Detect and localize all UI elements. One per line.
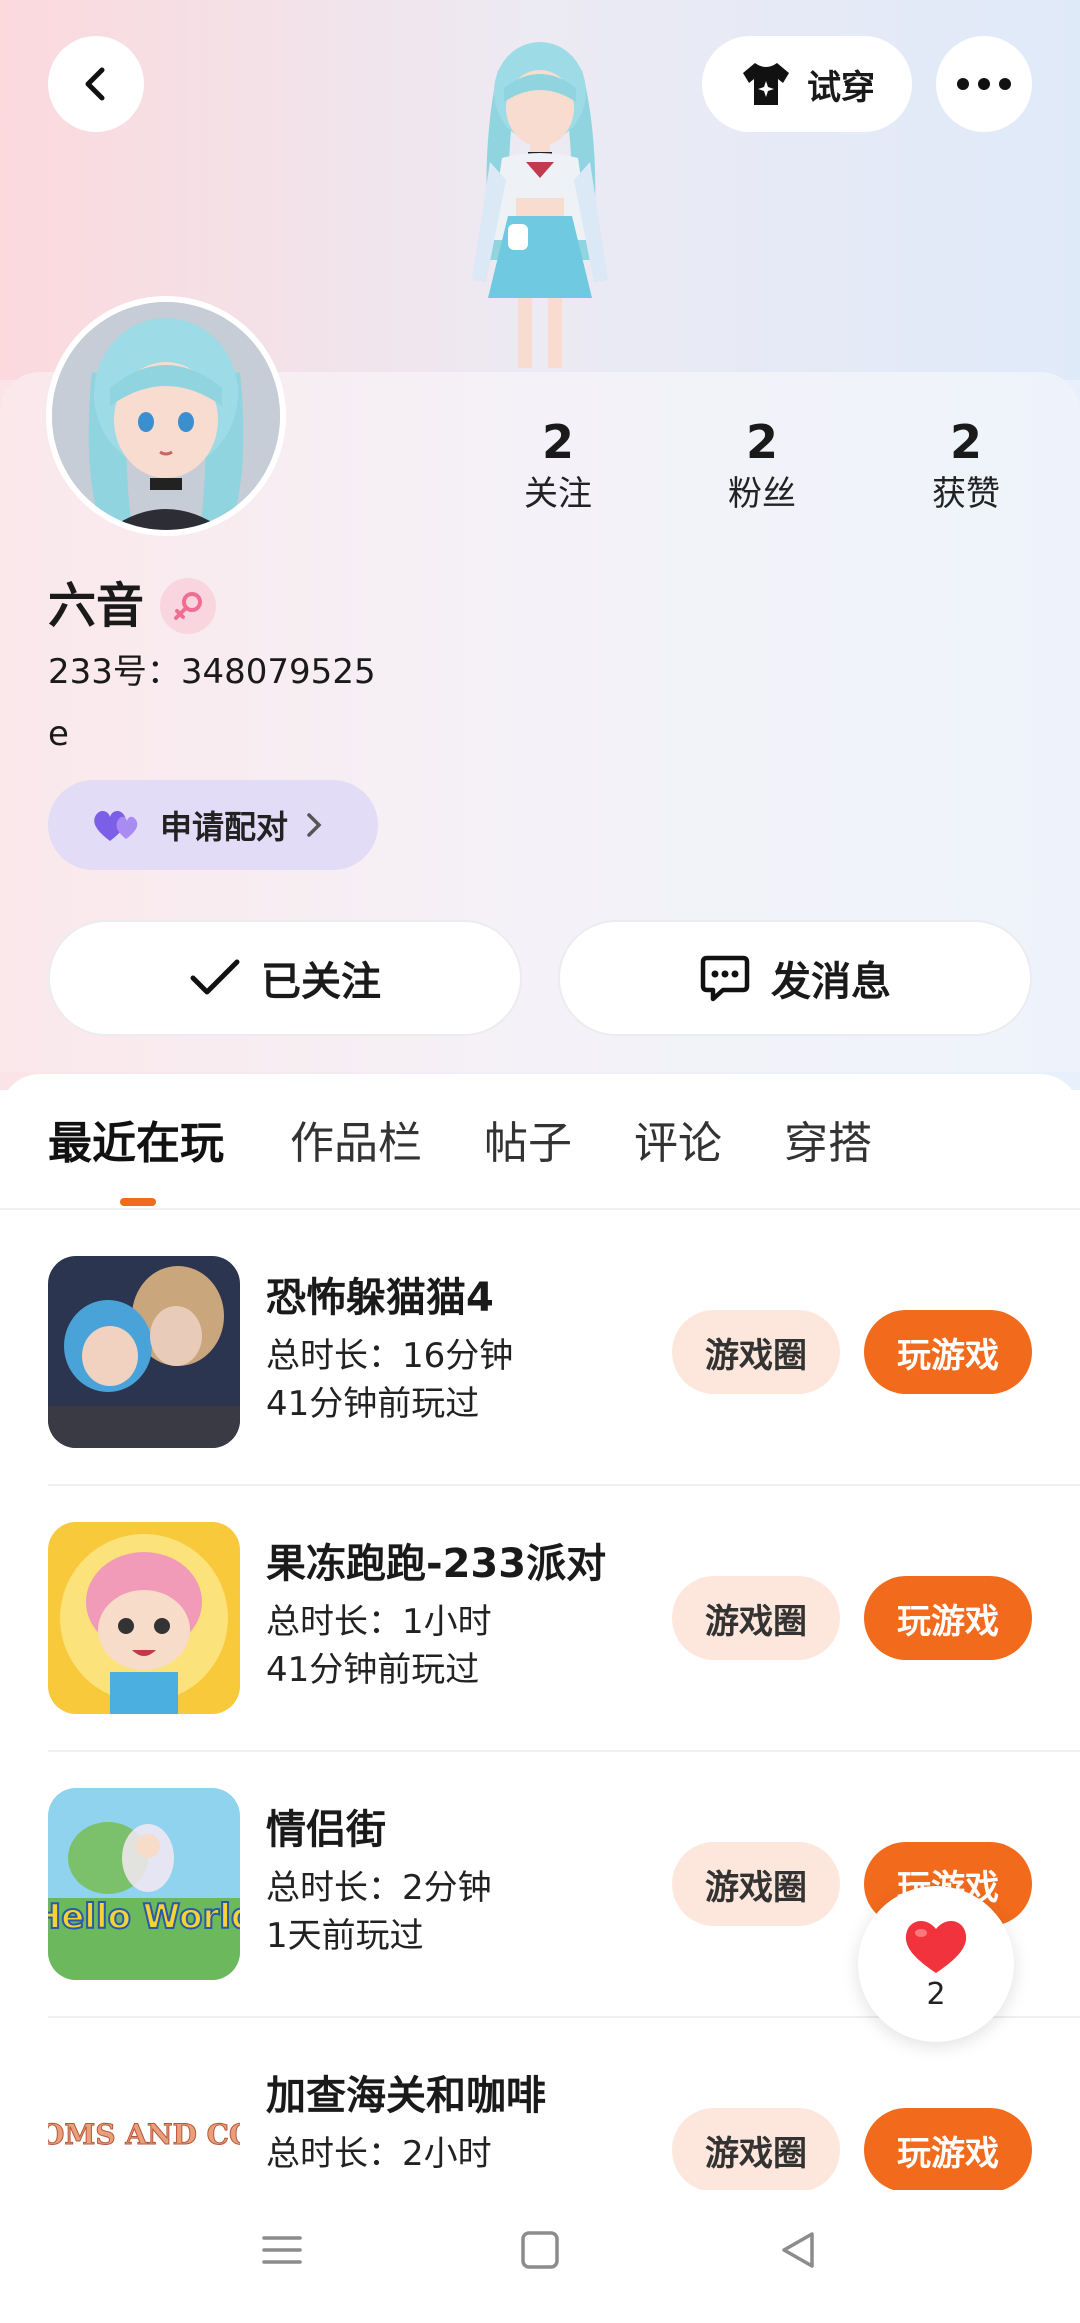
game-row[interactable]: CUSTOMS AND COFFEE 加查海关和咖啡 总时长：2小时 游戏圈 玩…: [0, 2054, 1080, 2190]
home-square-icon[interactable]: [520, 2230, 560, 2270]
stat-likes[interactable]: 2 获赞: [886, 412, 1046, 516]
user-bio: e: [48, 714, 69, 754]
following-count: 2: [541, 415, 574, 469]
game-thumbnail: [48, 1522, 240, 1714]
apply-pair-button[interactable]: 申请配对: [48, 780, 378, 870]
more-button[interactable]: [936, 36, 1032, 132]
stat-following[interactable]: 2 关注: [478, 412, 638, 516]
game-thumbnail: Hello World: [48, 1788, 240, 1980]
game-duration: 总时长：1小时: [266, 1602, 492, 1642]
send-message-label: 发消息: [771, 959, 891, 1005]
tab-posts[interactable]: 帖子: [484, 1108, 572, 1180]
chat-bubble-icon: [700, 955, 750, 1002]
game-circle-button[interactable]: 游戏圈: [672, 1310, 840, 1394]
game-art-text: Hello World: [48, 1897, 240, 1937]
game-row[interactable]: 恐怖躲猫猫4 总时长：16分钟 41分钟前玩过 游戏圈 玩游戏: [0, 1256, 1080, 1522]
tab-works[interactable]: 作品栏: [290, 1108, 422, 1180]
tab-comments[interactable]: 评论: [634, 1108, 722, 1180]
row-divider: [48, 1750, 1080, 1752]
active-tab-indicator: [120, 1198, 156, 1206]
female-gender-icon: [160, 578, 216, 634]
game-last-played: 41分钟前玩过: [266, 1650, 480, 1690]
game-duration: 总时长：2分钟: [266, 1868, 492, 1908]
apply-pair-label: 申请配对: [160, 808, 289, 846]
system-nav-bar: [0, 2190, 1080, 2323]
play-game-button[interactable]: 玩游戏: [864, 2108, 1032, 2190]
avatar-portrait: [52, 302, 280, 530]
like-floating-button[interactable]: 2: [858, 1886, 1014, 2042]
tab-recently-played[interactable]: 最近在玩: [48, 1108, 224, 1180]
heart-icon: [905, 1920, 967, 1973]
profile-name: 六音: [48, 578, 145, 634]
menu-icon[interactable]: [262, 2230, 302, 2270]
tabs-divider: [0, 1208, 1080, 1210]
checkmark-icon: [190, 959, 240, 995]
chevron-right-icon: [307, 813, 322, 837]
following-label: 关注: [524, 474, 592, 514]
chevron-left-icon: [85, 67, 105, 101]
game-duration: 总时长：2小时: [266, 2134, 492, 2174]
double-heart-icon: [94, 811, 138, 841]
profile-tabs: 最近在玩 作品栏 帖子 评论 穿搭: [0, 1108, 1080, 1208]
game-title: 恐怖躲猫猫4: [266, 1275, 494, 1321]
followers-label: 粉丝: [728, 474, 796, 514]
more-dots-icon: [957, 78, 1011, 90]
following-button[interactable]: 已关注: [48, 920, 522, 1036]
game-last-played: 41分钟前玩过: [266, 1384, 480, 1424]
tshirt-icon: [743, 63, 789, 105]
following-button-label: 已关注: [261, 959, 381, 1005]
try-on-button[interactable]: 试穿: [702, 36, 912, 132]
game-last-played: 1天前玩过: [266, 1916, 424, 1956]
followers-count: 2: [745, 415, 778, 469]
play-game-button[interactable]: 玩游戏: [864, 1310, 1032, 1394]
game-thumbnail: [48, 1256, 240, 1448]
game-art-text: CUSTOMS AND COFFEE: [48, 2118, 240, 2151]
game-circle-button[interactable]: 游戏圈: [672, 2108, 840, 2190]
send-message-button[interactable]: 发消息: [558, 920, 1032, 1036]
like-count: 2: [926, 1977, 946, 2012]
game-row[interactable]: 果冻跑跑-233派对 总时长：1小时 41分钟前玩过 游戏圈 玩游戏: [0, 1522, 1080, 1788]
game-duration: 总时长：16分钟: [266, 1336, 514, 1376]
game-circle-button[interactable]: 游戏圈: [672, 1576, 840, 1660]
game-title: 果冻跑跑-233派对: [266, 1541, 607, 1587]
avatar[interactable]: [46, 296, 286, 536]
row-divider: [48, 1484, 1080, 1486]
game-circle-button[interactable]: 游戏圈: [672, 1842, 840, 1926]
back-triangle-icon[interactable]: [778, 2230, 818, 2270]
stat-followers[interactable]: 2 粉丝: [682, 412, 842, 516]
game-title: 加查海关和咖啡: [266, 2073, 546, 2119]
avatar-3d-figure[interactable]: [420, 30, 660, 380]
back-button[interactable]: [48, 36, 144, 132]
play-game-button[interactable]: 玩游戏: [864, 1576, 1032, 1660]
tab-outfits[interactable]: 穿搭: [784, 1108, 872, 1180]
game-title: 情侣街: [266, 1807, 386, 1853]
game-thumbnail: CUSTOMS AND COFFEE: [48, 2054, 240, 2190]
likes-count: 2: [949, 415, 982, 469]
likes-label: 获赞: [932, 474, 1000, 514]
try-on-label: 试穿: [807, 67, 875, 108]
user-id: 233号：348079525: [48, 652, 376, 692]
